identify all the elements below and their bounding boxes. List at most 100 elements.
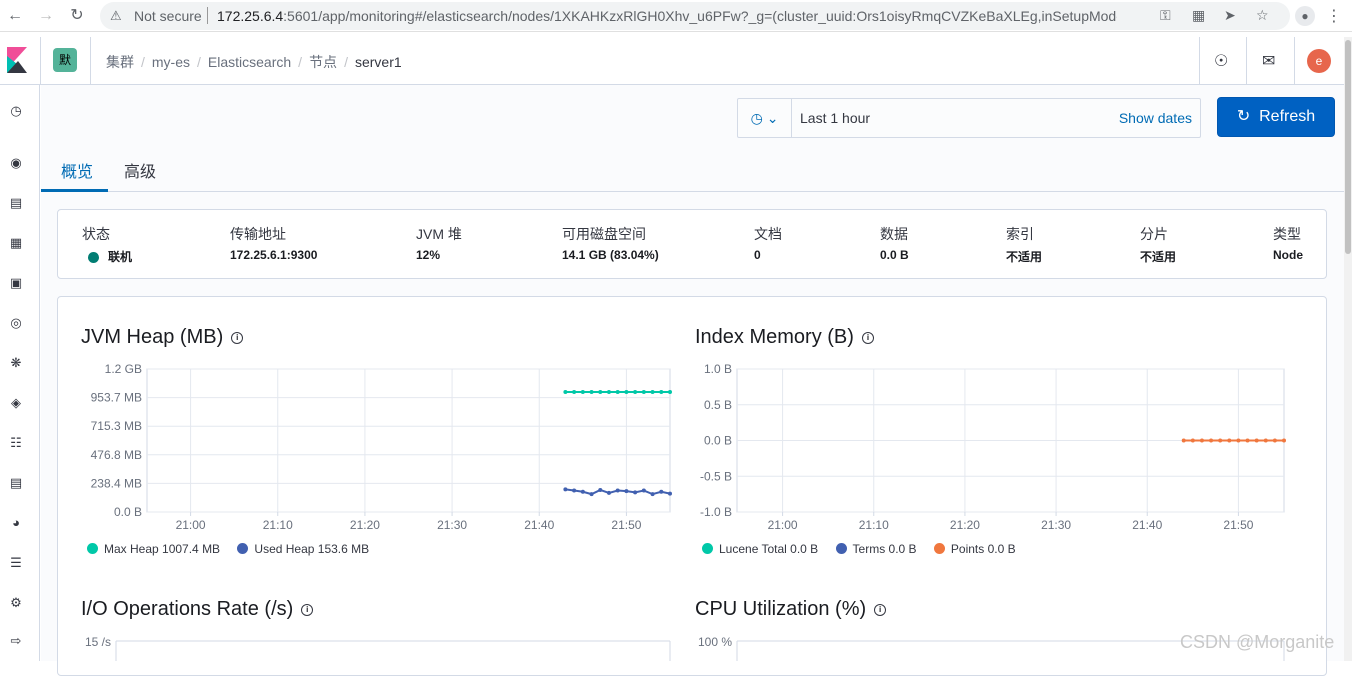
data-point — [668, 389, 672, 394]
breadcrumb-elasticsearch[interactable]: Elasticsearch — [208, 54, 291, 70]
tab-bar: 概览 高级 — [41, 150, 1344, 192]
x-tick-label: 21:30 — [1041, 518, 1071, 532]
clock-icon: ◷ — [750, 110, 763, 126]
quick-select-button[interactable]: ◷ ⌄ — [738, 99, 792, 137]
data-point — [650, 389, 655, 394]
newsfeed-icon[interactable]: ✉ — [1262, 51, 1275, 71]
summary-value: 不适用 — [1006, 250, 1043, 264]
y-tick-label: 15 /s — [85, 635, 111, 649]
active-tab-indicator — [41, 189, 108, 192]
summary-value: 联机 — [82, 248, 132, 265]
recent-icon[interactable]: ◷ — [8, 103, 24, 119]
breadcrumb-separator: / — [141, 54, 145, 70]
legend-item[interactable]: Used Heap 153.6 MB — [237, 542, 369, 556]
user-avatar[interactable]: e — [1307, 49, 1331, 73]
y-tick-label: 0.0 B — [114, 505, 142, 519]
data-point — [624, 389, 629, 394]
x-tick-label: 21:10 — [263, 518, 293, 532]
summary-status: 状态 联机 — [82, 224, 132, 265]
summary-value: 172.25.6.1:9300 — [230, 248, 318, 262]
discover-icon[interactable]: ◉ — [8, 155, 24, 171]
summary-label: 类型 — [1273, 226, 1301, 242]
legend-item[interactable]: Max Heap 1007.4 MB — [87, 542, 220, 556]
y-tick-label: 953.7 MB — [91, 391, 142, 405]
key-icon[interactable]: ⚿ — [1160, 7, 1171, 24]
show-dates-link[interactable]: Show dates — [1119, 110, 1192, 126]
info-icon[interactable]: i — [861, 332, 874, 344]
breadcrumb-nodes[interactable]: 节点 — [309, 54, 337, 70]
data-point — [589, 389, 594, 394]
maps-icon[interactable]: ◎ — [8, 315, 24, 331]
profile-icon[interactable]: ● — [1295, 6, 1315, 26]
warning-icon: ⚠ — [110, 8, 122, 23]
send-icon[interactable]: ➤ — [1224, 7, 1236, 24]
dashboard-icon[interactable]: ▦ — [8, 235, 24, 251]
logs-icon[interactable]: ☷ — [8, 435, 24, 451]
info-icon[interactable]: i — [874, 604, 887, 616]
y-tick-label: 476.8 MB — [91, 448, 142, 462]
header-divider — [1246, 37, 1247, 85]
apm-icon[interactable]: ▤ — [8, 475, 24, 491]
jvm-heap-legend: Max Heap 1007.4 MB Used Heap 153.6 MB — [87, 542, 383, 556]
chart-title-jvm-heap: JVM Heap (MB) i — [81, 326, 244, 349]
data-point — [598, 487, 603, 492]
header-divider — [1199, 37, 1200, 85]
ml-icon[interactable]: ❋ — [8, 355, 24, 371]
infrastructure-icon[interactable]: ◈ — [8, 395, 24, 411]
summary-label: 数据 — [880, 226, 908, 242]
info-icon[interactable]: i — [301, 604, 314, 616]
summary-data: 数据 0.0 B — [880, 224, 909, 262]
address-bar[interactable]: ⚠ Not secure 172.25.6.4:5601/app/monitor… — [100, 2, 1290, 30]
bookmark-star-icon[interactable]: ☆ — [1256, 7, 1269, 24]
uptime-icon[interactable]: ◕ — [8, 515, 24, 531]
summary-label: JVM 堆 — [416, 226, 462, 242]
x-tick-label: 21:30 — [437, 518, 467, 532]
chart-title-io-rate: I/O Operations Rate (/s) i — [81, 598, 314, 621]
summary-value: 0.0 B — [880, 248, 909, 262]
y-tick-label: 715.3 MB — [91, 419, 142, 433]
legend-item[interactable]: Points 0.0 B — [933, 542, 1016, 556]
canvas-icon[interactable]: ▣ — [8, 275, 24, 291]
tab-advanced[interactable]: 高级 — [124, 158, 156, 182]
data-point — [580, 389, 585, 394]
space-avatar[interactable]: 默 — [53, 48, 77, 72]
page-scrollbar-thumb[interactable] — [1345, 40, 1351, 254]
x-tick-label: 21:20 — [350, 518, 380, 532]
visualize-icon[interactable]: ▤ — [8, 195, 24, 211]
translate-icon[interactable]: ▦ — [1192, 7, 1205, 24]
time-range-text[interactable]: Last 1 hour — [800, 110, 870, 126]
siem-icon[interactable]: ☰ — [8, 555, 24, 571]
summary-value: 不适用 — [1140, 250, 1177, 264]
data-point — [1209, 438, 1214, 443]
forward-icon[interactable]: → — [37, 7, 55, 25]
back-icon[interactable]: ← — [6, 7, 24, 25]
menu-kebab-icon[interactable]: ⋮ — [1326, 6, 1342, 26]
data-point — [598, 389, 603, 394]
breadcrumb-clusters[interactable]: 集群 — [106, 54, 134, 70]
y-tick-label: 100 % — [698, 635, 732, 649]
data-point — [1227, 438, 1232, 443]
url-text[interactable]: 172.25.6.4:5601/app/monitoring#/elastics… — [217, 8, 1117, 24]
kibana-logo-icon[interactable] — [7, 47, 27, 73]
summary-type: 类型 Node — [1273, 224, 1303, 262]
collapse-nav-icon[interactable]: ⇨ — [8, 633, 24, 649]
reload-icon[interactable]: ↻ — [68, 7, 86, 25]
data-point — [606, 389, 611, 394]
help-icon[interactable]: ☉ — [1214, 51, 1228, 71]
summary-indices: 索引 不适用 — [1006, 224, 1042, 265]
tab-overview[interactable]: 概览 — [61, 158, 93, 182]
chevron-down-icon: ⌄ — [766, 110, 779, 126]
chart-title-cpu: CPU Utilization (%) i — [695, 598, 887, 621]
data-point — [668, 491, 672, 496]
legend-item[interactable]: Lucene Total 0.0 B — [702, 542, 818, 556]
summary-documents: 文档 0 — [754, 224, 782, 262]
y-tick-label: -0.5 B — [700, 469, 732, 483]
refresh-button[interactable]: ↻ Refresh — [1217, 97, 1335, 137]
management-icon[interactable]: ⚙ — [8, 595, 24, 611]
info-icon[interactable]: i — [231, 332, 244, 344]
legend-item[interactable]: Terms 0.0 B — [835, 542, 917, 556]
legend-swatch — [87, 543, 98, 554]
chart-title-index-memory: Index Memory (B) i — [695, 326, 874, 349]
breadcrumb-cluster[interactable]: my-es — [152, 54, 190, 70]
address-separator — [207, 7, 208, 24]
